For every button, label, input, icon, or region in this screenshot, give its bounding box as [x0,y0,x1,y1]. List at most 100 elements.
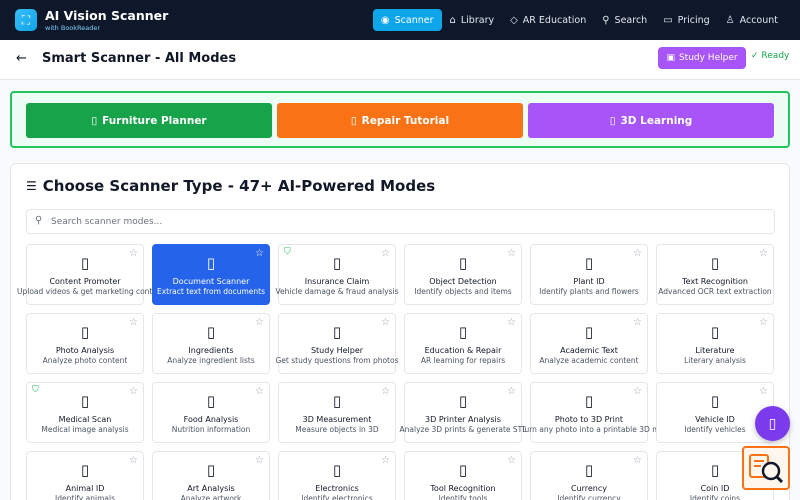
home-icon: ⌂ [449,14,456,26]
mode-card[interactable]: ☆ ▯ Art Analysis Analyze artwork [152,451,270,500]
mode-card[interactable]: ☆ ▯ Animal ID Identify animals [26,451,144,500]
mode-icon: ▯ [332,461,342,479]
mode-name: Education & Repair [424,346,502,355]
mode-name: Object Detection [429,277,497,286]
mode-card[interactable]: ⛉ ☆ ▯ Insurance Claim Vehicle damage & fraud… [275,244,399,305]
top-navbar: ⛶ AI Vision Scanner with BookReader ◉ Sc… [0,0,800,40]
mode-card[interactable]: ☆ ▯ Plant ID Identify plants and flowers [530,244,648,305]
nav-pricing[interactable]: ▭ Pricing [655,9,717,31]
mode-icon: ▯ [710,254,720,272]
mode-description: Literary analysis [684,356,746,365]
mode-icon: ▯ [584,323,594,341]
mode-card[interactable]: ☆ ▯ Currency Identify currency [530,451,648,500]
mode-name: Photo to 3D Print [554,415,624,424]
nav-scanner[interactable]: ◉ Scanner [372,9,442,31]
mode-icon: ▯ [80,254,90,272]
mode-name: Ingredients [188,346,234,355]
mode-description: Get study questions from photos [275,356,399,365]
mode-card[interactable]: ⛉ ☆ ▯ Medical Scan Medical image analysis [26,382,144,443]
mode-name: Animal ID [65,484,105,493]
mode-name: Medical Scan [58,415,112,424]
nav-ar-education[interactable]: ◇ AR Education [502,9,594,31]
nav-label: AR Education [522,14,587,26]
mode-card[interactable]: ☆ ▯ Literature Literary analysis [656,313,774,374]
quick-action-label: Furniture Planner [102,114,207,127]
nav-library[interactable]: ⌂ Library [442,9,503,31]
mode-description: Identify coins [689,494,741,500]
mode-description: Extract text from documents [156,287,266,296]
mode-icon: ▯ [458,323,468,341]
brand-subtitle: with BookReader [45,24,101,32]
cube-icon: ▯ [609,114,616,127]
check-circle-icon: ✓ [751,51,759,61]
sliders-icon: ☰ [26,179,37,193]
wrench-icon: ▯ [350,114,357,127]
nav-label: Search [614,14,648,26]
main-nav: ◉ Scanner ⌂ Library ◇ AR Education ⚲ Sea… [372,9,786,31]
panel-title: ☰ Choose Scanner Type - 47+ AI-Powered M… [26,177,435,195]
bookreader-logo[interactable] [742,446,790,490]
quick-action-label: Repair Tutorial [361,114,450,127]
mode-card[interactable]: ☆ ▯ Education & Repair AR learning for repa… [404,313,522,374]
mode-icon: ▯ [80,461,90,479]
search-input[interactable] [51,213,751,231]
mode-name: Content Promoter [49,277,121,286]
mode-description: AR learning for repairs [420,356,506,365]
mode-name: Photo Analysis [55,346,115,355]
search-icon: ⚲ [35,215,43,226]
mode-icon: ▯ [206,254,216,272]
mode-description: Analyze artwork [180,494,242,500]
mode-name: 3D Measurement [302,415,372,424]
mode-description: Analyze photo content [42,356,128,365]
mode-card[interactable]: ☆ ▯ 3D Measurement Measure objects in 3D [278,382,396,443]
mode-description: Upload videos & get marketing content [17,287,165,296]
mode-card[interactable]: ☆ ▯ Photo Analysis Analyze photo content [26,313,144,374]
scanner-type-panel: ☰ Choose Scanner Type - 47+ AI-Powered M… [10,163,790,500]
mode-icon: ▯ [332,323,342,341]
page-title: Smart Scanner - All Modes [42,51,237,66]
assistant-fab[interactable]: ▯ [755,406,790,441]
mode-description: Medical image analysis [41,425,129,434]
mode-card[interactable]: ☆ ▯ Text Recognition Advanced OCR text extr… [656,244,774,305]
back-arrow-icon[interactable]: ← [16,51,27,66]
mode-description: Identify plants and flowers [539,287,639,296]
scan-icon[interactable]: ⛶ [15,9,37,31]
mode-description: Identify currency [557,494,621,500]
status-text: Ready [761,51,790,61]
nav-account[interactable]: ♙ Account [718,9,786,31]
mode-card[interactable]: ☆ ▯ Study Helper Get study questions from p… [275,313,399,374]
chat-icon: ▯ [768,415,777,432]
status-ready: ✓ Ready [751,51,789,61]
mode-card[interactable]: ☆ ▯ Vehicle ID Identify vehicles [656,382,774,443]
mode-name: Plant ID [573,277,605,286]
mode-name: Study Helper [310,346,364,355]
study-helper-button[interactable]: ▣ Study Helper [658,47,746,69]
mode-card[interactable]: ☆ ▯ Electronics Identify electronics [278,451,396,500]
nav-label: Library [460,14,495,26]
mode-icon: ▯ [710,323,720,341]
nav-search[interactable]: ⚲ Search [594,9,655,31]
mode-card[interactable]: ☆ ▯ Food Analysis Nutrition information [152,382,270,443]
mode-description: Vehicle damage & fraud analysis [275,287,399,296]
mode-name: Insurance Claim [304,277,370,286]
mode-name: Food Analysis [183,415,239,424]
3d-learning-button[interactable]: ▯ 3D Learning [528,103,774,138]
furniture-planner-button[interactable]: ▯ Furniture Planner [26,103,272,138]
mode-icon: ▯ [80,392,90,410]
mode-card[interactable]: ☆ ▯ Content Promoter Upload videos & get ma… [17,244,165,305]
mode-card[interactable]: ☆ ▯ 3D Printer Analysis Analyze 3D prints &… [400,382,526,443]
repair-tutorial-button[interactable]: ▯ Repair Tutorial [277,103,523,138]
mode-card[interactable]: ☆ ▯ Document Scanner Extract text from docu… [152,244,270,305]
mode-icon: ▯ [458,392,468,410]
brand-title: AI Vision Scanner [45,8,169,23]
mode-search[interactable]: ⚲ [26,209,775,234]
mode-card[interactable]: ☆ ▯ Academic Text Analyze academic content [530,313,648,374]
mode-card[interactable]: ☆ ▯ Tool Recognition Identify tools [404,451,522,500]
mode-icon: ▯ [80,323,90,341]
mode-card[interactable]: ☆ ▯ Ingredients Analyze ingredient lists [152,313,270,374]
mode-name: Currency [570,484,608,493]
mode-card[interactable]: ☆ ▯ Photo to 3D Print Turn any photo into a… [521,382,676,443]
mode-card[interactable]: ☆ ▯ Object Detection Identify objects and i… [404,244,522,305]
mode-description: Analyze academic content [539,356,639,365]
mode-name: Academic Text [560,346,618,355]
